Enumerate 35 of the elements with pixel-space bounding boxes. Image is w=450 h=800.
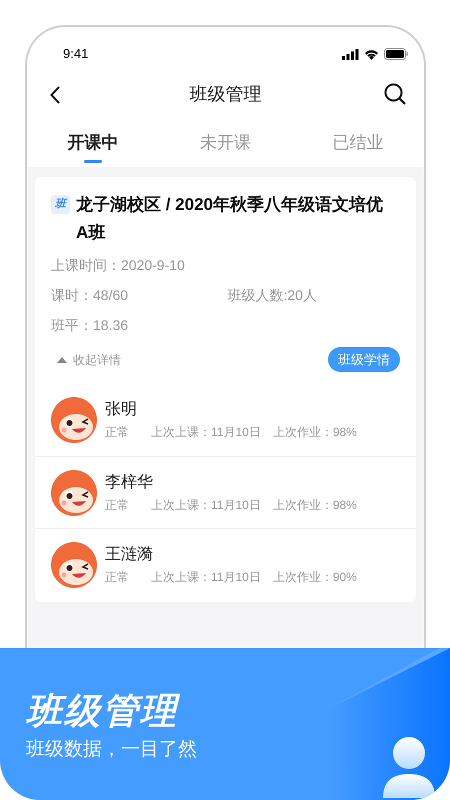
last-class-date: 上次上课：11月10日: [151, 568, 261, 586]
mascot-avatar-icon: [51, 470, 97, 516]
class-badge: 班: [51, 195, 70, 214]
student-row[interactable]: 张明 正常 上次上课：11月10日 上次作业：98%: [35, 384, 416, 456]
signal-icon: [342, 48, 359, 60]
last-homework-score: 上次作业：98%: [272, 424, 357, 441]
student-row[interactable]: 李梓华 正常 上次上课：11月10日 上次作业：98%: [35, 456, 416, 528]
class-title: 龙子湖校区 / 2020年秋季八年级语文培优A班: [76, 194, 384, 244]
battery-icon: [384, 48, 408, 60]
class-average: 班平：18.36: [51, 316, 130, 335]
last-class-date: 上次上课：11月10日: [151, 496, 261, 514]
search-button[interactable]: [384, 83, 406, 105]
class-start-time: 上课时间：2020-9-10: [51, 256, 186, 275]
student-row[interactable]: 王涟漪 正常 上次上课：11月10日 上次作业：90%: [35, 528, 416, 600]
mascot-avatar-icon: [51, 397, 97, 443]
tab[interactable]: 开课中: [27, 123, 160, 163]
page-title: 班级管理: [190, 82, 262, 106]
caret-up-icon: [57, 356, 67, 362]
banner-subtitle: 班级数据，一目了然: [26, 738, 197, 762]
wifi-icon: [364, 48, 379, 60]
student-status: 正常: [105, 568, 129, 586]
student-name: 张明: [105, 400, 138, 420]
student-name: 李梓华: [105, 472, 154, 492]
status-time: 9:41: [63, 45, 88, 64]
student-status: 正常: [105, 496, 129, 514]
last-class-date: 上次上课：11月10日: [151, 424, 261, 441]
banner-title: 班级管理: [26, 684, 178, 738]
person-icon: [382, 736, 436, 798]
student-count: 班级人数:20人: [228, 286, 318, 305]
student-name: 王涟漪: [105, 544, 154, 564]
student-status: 正常: [105, 424, 129, 441]
lesson-count: 课时：48/60: [51, 286, 130, 305]
last-homework-score: 上次作业：98%: [272, 496, 357, 514]
mascot-avatar-icon: [51, 542, 97, 588]
last-homework-score: 上次作业：90%: [272, 568, 357, 586]
